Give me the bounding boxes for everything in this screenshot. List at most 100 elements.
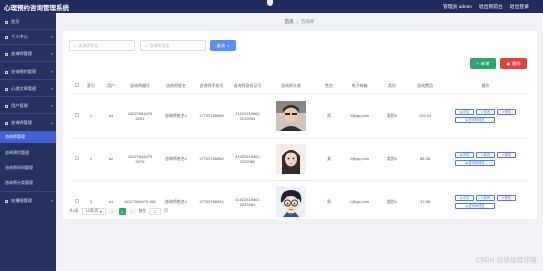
sidebar-item-consultant[interactable]: 咨询师管理 ▾	[0, 48, 56, 60]
breadcrumb: 首页 / 咨询师	[56, 13, 543, 31]
pagination: 共3条 10条/页 ▾ ‹ 1 › 前往 1 页	[69, 207, 168, 216]
add-button[interactable]: + 新增	[470, 58, 496, 69]
index-cell: 1	[82, 94, 100, 138]
fee-cell: 85.38	[407, 137, 443, 181]
op-label: 删除	[504, 109, 512, 114]
search-icon: ⌕	[145, 43, 148, 48]
op-label: 咨询师排班	[468, 203, 485, 208]
sidebar-subitem-appointment[interactable]: 咨询预约管理	[0, 147, 56, 159]
idcard-cell: 41022419861 0232082	[229, 137, 266, 181]
op-label: 详情	[462, 195, 470, 200]
phone-cell: 17703786982	[194, 137, 229, 181]
sidebar-subitem-schedule[interactable]: 咨询师时间管理	[0, 162, 56, 174]
delete-button[interactable]: ✕ 删除	[497, 108, 516, 115]
idcard-cell: 41022419861 0232053	[229, 94, 266, 138]
name-cell: 咨询师姓名1	[158, 94, 194, 138]
fee-cell: 129.24	[407, 94, 443, 138]
batch-delete-button[interactable]: ▣ 删除	[500, 58, 527, 69]
op-label: 详情	[462, 152, 470, 157]
watermark: CSDN @毕设程序猿	[475, 257, 537, 264]
edit-button[interactable]: ✎ 修改	[476, 194, 495, 201]
page-unit-label: 页	[164, 209, 168, 213]
chevron-up-icon: ▴	[51, 121, 53, 125]
op-label: 修改	[483, 195, 491, 200]
detail-button[interactable]: ▤ 详情	[455, 151, 474, 158]
avatar-photo-man	[276, 100, 306, 131]
operations-cell: ▤ 详情 ✎ 修改 ✕ 删除 ▤ 咨询师排班	[443, 94, 528, 138]
goto-page-input[interactable]: 1	[149, 208, 162, 215]
sidebar-item-appointment[interactable]: 咨询预约管理 ▾	[0, 66, 56, 78]
menu-icon	[5, 121, 8, 125]
schedule-button[interactable]: ▤ 咨询师排班	[455, 116, 495, 123]
table-row: 2 a2 16227684479 9276 咨询师姓名2 17703786982…	[72, 137, 528, 181]
next-page-button[interactable]: ›	[128, 208, 136, 215]
delete-label: 删除	[512, 60, 521, 66]
column-header[interactable]: 咨询师身份证号	[229, 77, 266, 95]
column-header[interactable]: 咨询费用	[407, 77, 443, 95]
page-size-select[interactable]: 10条/页 ▾	[81, 208, 106, 215]
delete-button[interactable]: ✕ 删除	[497, 194, 516, 201]
query-label: 查询	[216, 42, 226, 48]
edit-button[interactable]: ✎ 修改	[476, 108, 495, 115]
sidebar-item-home[interactable]: 首页	[0, 16, 56, 28]
email-cell: 1@qq.com	[342, 180, 377, 224]
avatar-cell	[266, 94, 316, 138]
name-cell: 咨询师姓名1	[158, 180, 194, 224]
column-header[interactable]: 用户	[100, 77, 122, 95]
consultant-name-input[interactable]: ⌕ 咨询师姓名	[69, 40, 135, 51]
sidebar-item-users[interactable]: 用户管理 ▾	[0, 100, 56, 112]
query-button[interactable]: 查询 ⌕	[210, 40, 236, 51]
column-header[interactable]: 咨询师手机号	[194, 77, 229, 95]
schedule-button[interactable]: ▤ 咨询师排班	[455, 159, 495, 166]
column-header[interactable]: 咨询师编号	[122, 77, 158, 95]
sidebar-item-label: 咨询预约管理	[11, 69, 37, 74]
select-all-checkbox[interactable]	[75, 82, 79, 87]
total-count: 共3条	[69, 209, 79, 213]
column-header[interactable]: 索引	[82, 77, 100, 95]
number-cell: 16227684479 852	[122, 180, 158, 224]
sidebar-subitem-consultant[interactable]: 咨询师管理	[0, 131, 56, 143]
sidebar-item-consultant-group[interactable]: 咨询师管理 ▴	[0, 117, 56, 129]
column-header[interactable]: 电子邮箱	[342, 77, 377, 95]
gender-cell: 男	[316, 180, 342, 224]
column-header[interactable]: 类别	[377, 77, 407, 95]
row-checkbox[interactable]	[75, 199, 79, 203]
user-icon	[5, 35, 8, 39]
delete-button[interactable]: ✕ 删除	[497, 151, 516, 158]
row-checkbox[interactable]	[75, 113, 79, 117]
divider	[0, 113, 56, 114]
detail-button[interactable]: ▤ 详情	[455, 108, 474, 115]
breadcrumb-home[interactable]: 首页	[285, 19, 294, 25]
input-placeholder: 咨询师电话	[149, 42, 170, 48]
chevron-down-icon: ▾	[51, 52, 53, 56]
column-header: 操作	[443, 77, 528, 95]
page-number-current[interactable]: 1	[118, 208, 126, 215]
consultant-phone-input[interactable]: ⌕ 咨询师电话	[140, 40, 206, 51]
row-checkbox[interactable]	[75, 156, 79, 160]
category-cell: 类别1	[377, 180, 407, 224]
sidebar-item-label: 咨询师管理	[5, 134, 25, 139]
avatar-photo-woman	[276, 143, 306, 174]
top-links: 管理员 admin 退出到前台 退出登录	[443, 3, 529, 10]
logo-icon	[267, 0, 273, 6]
admin-user-link[interactable]: 管理员 admin	[443, 3, 472, 10]
fee-cell: 37.68	[407, 180, 443, 224]
edit-button[interactable]: ✎ 修改	[476, 151, 495, 158]
op-label: 咨询师排班	[468, 117, 485, 122]
sidebar-item-articles[interactable]: 心理文章管理 ▾	[0, 83, 56, 95]
sidebar-item-carousel[interactable]: 轮播图管理 ▾	[0, 195, 56, 207]
prev-page-button[interactable]: ‹	[108, 208, 116, 215]
logout-link[interactable]: 退出登录	[510, 3, 529, 10]
sidebar-subitem-category[interactable]: 咨询师分类管理	[0, 177, 56, 189]
number-cell: 16227684479 9276	[122, 137, 158, 181]
column-header[interactable]: 咨询师姓名	[158, 77, 194, 95]
row-select-cell	[72, 137, 82, 181]
column-header[interactable]: 性别	[316, 77, 342, 95]
row-select-cell	[72, 180, 82, 224]
exit-to-frontend-link[interactable]: 退出到前台	[479, 3, 503, 10]
sidebar-item-profile[interactable]: 个人中心 ▾	[0, 31, 56, 43]
schedule-button[interactable]: ▤ 咨询师排班	[455, 202, 495, 209]
number-cell: 16227684479 5291	[122, 94, 158, 138]
detail-button[interactable]: ▤ 详情	[455, 194, 474, 201]
operations-cell: ▤ 详情 ✎ 修改 ✕ 删除 ▤ 咨询师排班	[443, 137, 528, 181]
